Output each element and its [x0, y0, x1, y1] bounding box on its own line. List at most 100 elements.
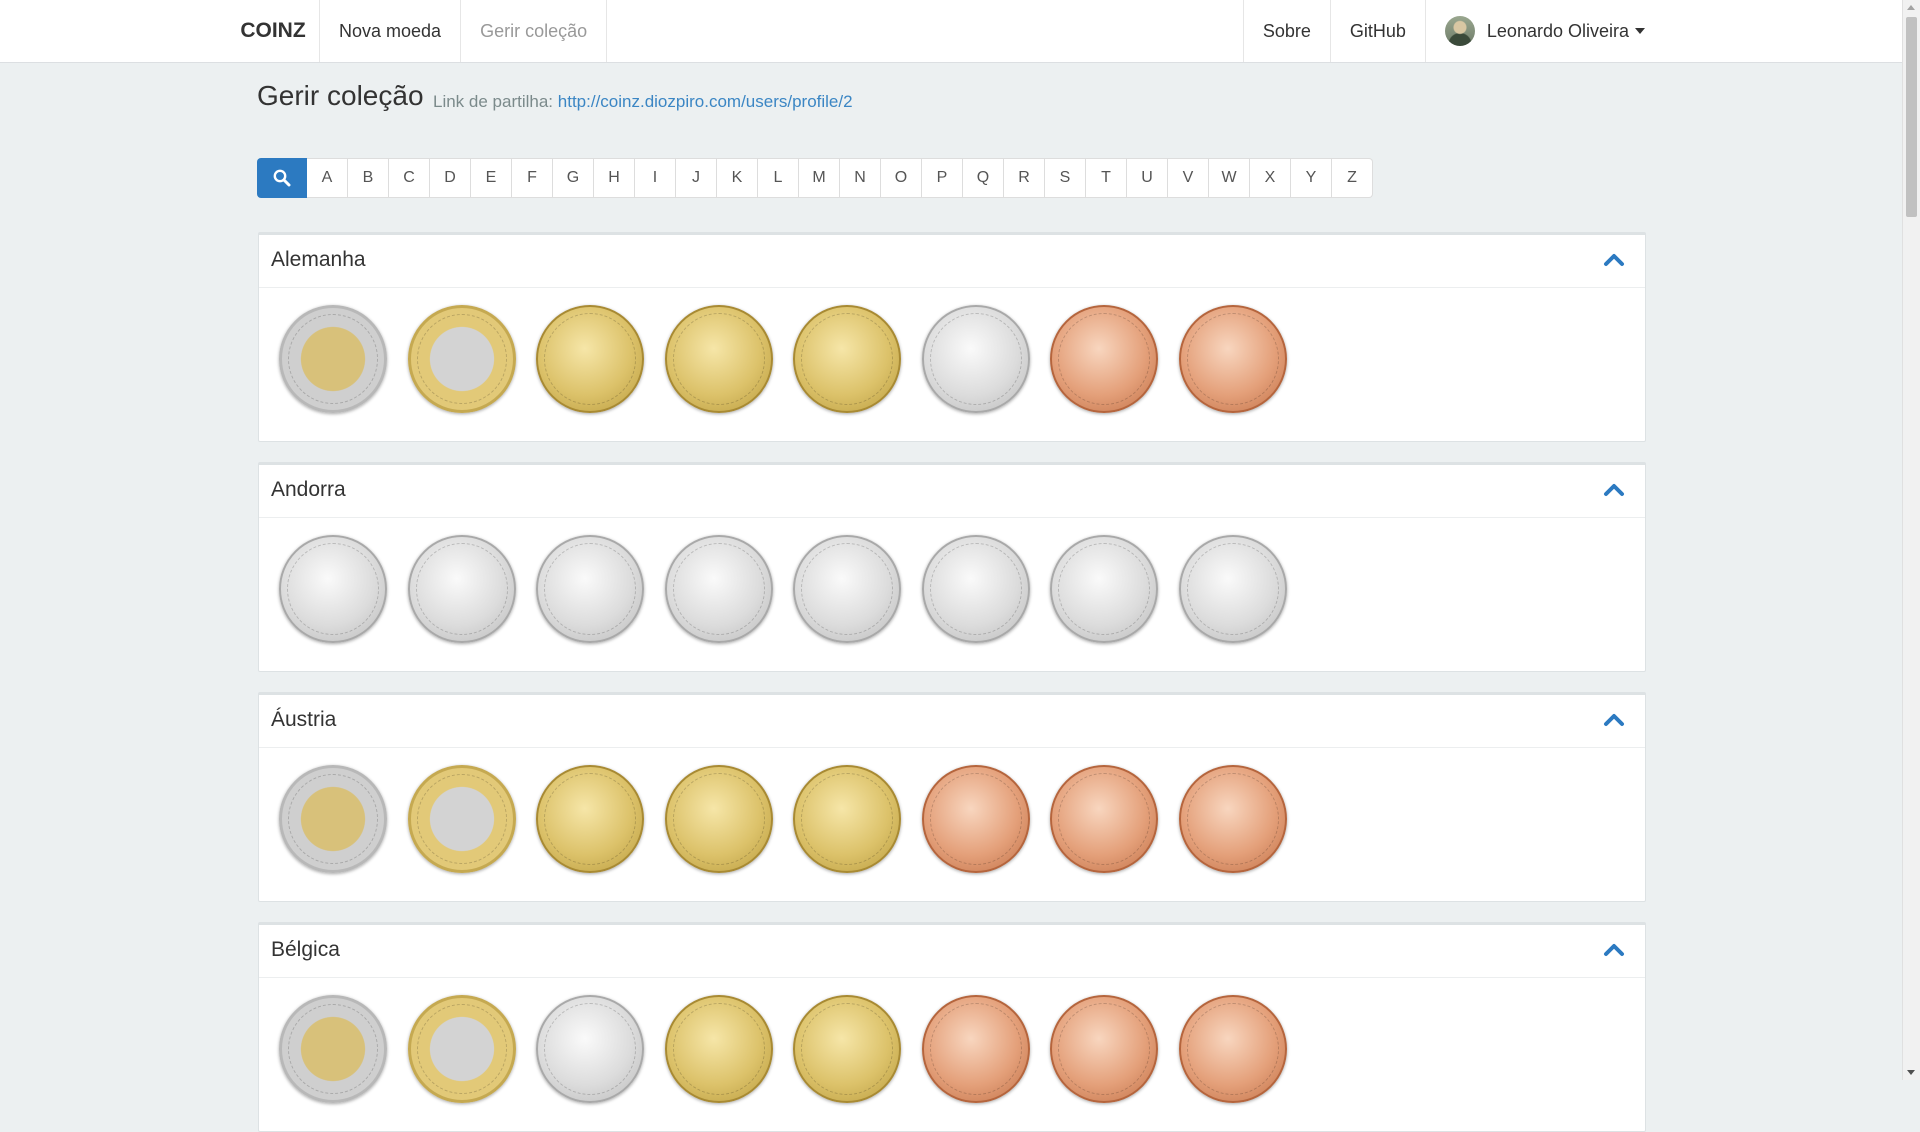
alphabet-filter: ABCDEFGHIJKLMNOPQRSTUVWXYZ	[257, 158, 1373, 198]
coin-image[interactable]	[279, 765, 387, 873]
nav-right: Sobre GitHub Leonardo Oliveira	[1242, 0, 1664, 62]
coin-image[interactable]	[1178, 305, 1287, 413]
brand-logo[interactable]: COINZ	[227, 0, 319, 62]
country-panel: Andorra	[258, 462, 1646, 672]
letter-o[interactable]: O	[881, 158, 922, 198]
coin-row	[279, 305, 1307, 413]
letter-x[interactable]: X	[1250, 158, 1291, 198]
country-panel: Áustria	[258, 692, 1646, 902]
letter-s[interactable]: S	[1045, 158, 1086, 198]
country-name: Alemanha	[271, 248, 366, 271]
panel-header[interactable]: Alemanha	[259, 235, 1645, 288]
letter-a[interactable]: A	[307, 158, 348, 198]
scroll-up-icon[interactable]	[1907, 5, 1915, 10]
letter-h[interactable]: H	[594, 158, 635, 198]
nav-sobre[interactable]: Sobre	[1242, 0, 1330, 62]
coin-image[interactable]	[1178, 535, 1287, 643]
coin-image[interactable]	[407, 305, 516, 413]
letter-e[interactable]: E	[471, 158, 512, 198]
letter-z[interactable]: Z	[1332, 158, 1373, 198]
avatar	[1444, 16, 1475, 46]
scroll-down-icon[interactable]	[1907, 1070, 1915, 1075]
coin-image[interactable]	[407, 995, 516, 1103]
user-menu[interactable]: Leonardo Oliveira	[1424, 0, 1664, 62]
country-name: Andorra	[271, 478, 346, 501]
letter-m[interactable]: M	[799, 158, 840, 198]
caret-down-icon	[1635, 28, 1645, 34]
scrollbar-thumb[interactable]	[1906, 17, 1917, 217]
country-panel: Alemanha	[258, 232, 1646, 442]
coin-image[interactable]	[1178, 995, 1287, 1103]
user-name: Leonardo Oliveira	[1486, 21, 1629, 41]
chevron-up-icon[interactable]	[1603, 481, 1625, 497]
letter-c[interactable]: C	[389, 158, 430, 198]
letter-n[interactable]: N	[840, 158, 881, 198]
coin-image[interactable]	[921, 995, 1030, 1103]
coin-row	[279, 995, 1307, 1103]
letter-v[interactable]: V	[1168, 158, 1209, 198]
share-link[interactable]: http://coinz.diozpiro.com/users/profile/…	[558, 92, 853, 111]
coin-image[interactable]	[921, 765, 1030, 873]
letter-y[interactable]: Y	[1291, 158, 1332, 198]
letter-f[interactable]: F	[512, 158, 553, 198]
letter-i[interactable]: I	[635, 158, 676, 198]
coin-image[interactable]	[793, 305, 901, 413]
share-link-line: Link de partilha: http://coinz.diozpiro.…	[433, 92, 853, 112]
coin-image[interactable]	[279, 995, 387, 1103]
letter-u[interactable]: U	[1127, 158, 1168, 198]
letter-w[interactable]: W	[1209, 158, 1250, 198]
coin-image[interactable]	[664, 305, 773, 413]
page-scrollbar[interactable]	[1902, 0, 1920, 1080]
nav-github[interactable]: GitHub	[1329, 0, 1425, 62]
letter-b[interactable]: B	[348, 158, 389, 198]
page-title: Gerir coleção	[257, 80, 424, 111]
panel-header[interactable]: Áustria	[259, 695, 1645, 748]
coin-image[interactable]	[407, 765, 516, 873]
coin-image[interactable]	[1050, 765, 1158, 873]
chevron-up-icon[interactable]	[1603, 941, 1625, 957]
coin-image[interactable]	[921, 535, 1030, 643]
letter-d[interactable]: D	[430, 158, 471, 198]
coin-row	[279, 765, 1307, 873]
letter-p[interactable]: P	[922, 158, 963, 198]
panel-header[interactable]: Andorra	[259, 465, 1645, 518]
coin-image[interactable]	[536, 535, 644, 643]
coin-image[interactable]	[1050, 305, 1158, 413]
search-button[interactable]	[257, 158, 307, 198]
search-icon	[273, 169, 291, 187]
letter-l[interactable]: L	[758, 158, 799, 198]
coin-image[interactable]	[664, 765, 773, 873]
letter-k[interactable]: K	[717, 158, 758, 198]
letter-t[interactable]: T	[1086, 158, 1127, 198]
coin-image[interactable]	[279, 535, 387, 643]
coin-image[interactable]	[536, 995, 644, 1103]
share-label: Link de partilha:	[433, 92, 554, 111]
letter-g[interactable]: G	[553, 158, 594, 198]
coin-image[interactable]	[279, 305, 387, 413]
coin-image[interactable]	[536, 765, 644, 873]
coin-image[interactable]	[407, 535, 516, 643]
chevron-up-icon[interactable]	[1603, 711, 1625, 727]
country-name: Bélgica	[271, 938, 340, 961]
coin-image[interactable]	[793, 995, 901, 1103]
coin-image[interactable]	[1050, 535, 1158, 643]
coin-image[interactable]	[664, 535, 773, 643]
coin-image[interactable]	[664, 995, 773, 1103]
panel-header[interactable]: Bélgica	[259, 925, 1645, 978]
coin-image[interactable]	[793, 535, 901, 643]
letter-r[interactable]: R	[1004, 158, 1045, 198]
letter-q[interactable]: Q	[963, 158, 1004, 198]
nav-left: Nova moeda Gerir coleção	[319, 0, 608, 62]
coin-image[interactable]	[536, 305, 644, 413]
coin-image[interactable]	[793, 765, 901, 873]
nav-nova-moeda[interactable]: Nova moeda	[319, 0, 460, 62]
coin-image[interactable]	[1050, 995, 1158, 1103]
coin-image[interactable]	[921, 305, 1030, 413]
top-navbar: COINZ Nova moeda Gerir coleção Sobre Git…	[0, 0, 1902, 63]
chevron-up-icon[interactable]	[1603, 251, 1625, 267]
letter-j[interactable]: J	[676, 158, 717, 198]
nav-gerir-colecao[interactable]: Gerir coleção	[460, 0, 608, 62]
coin-image[interactable]	[1178, 765, 1287, 873]
coin-row	[279, 535, 1307, 643]
country-panel: Bélgica	[258, 922, 1646, 1132]
